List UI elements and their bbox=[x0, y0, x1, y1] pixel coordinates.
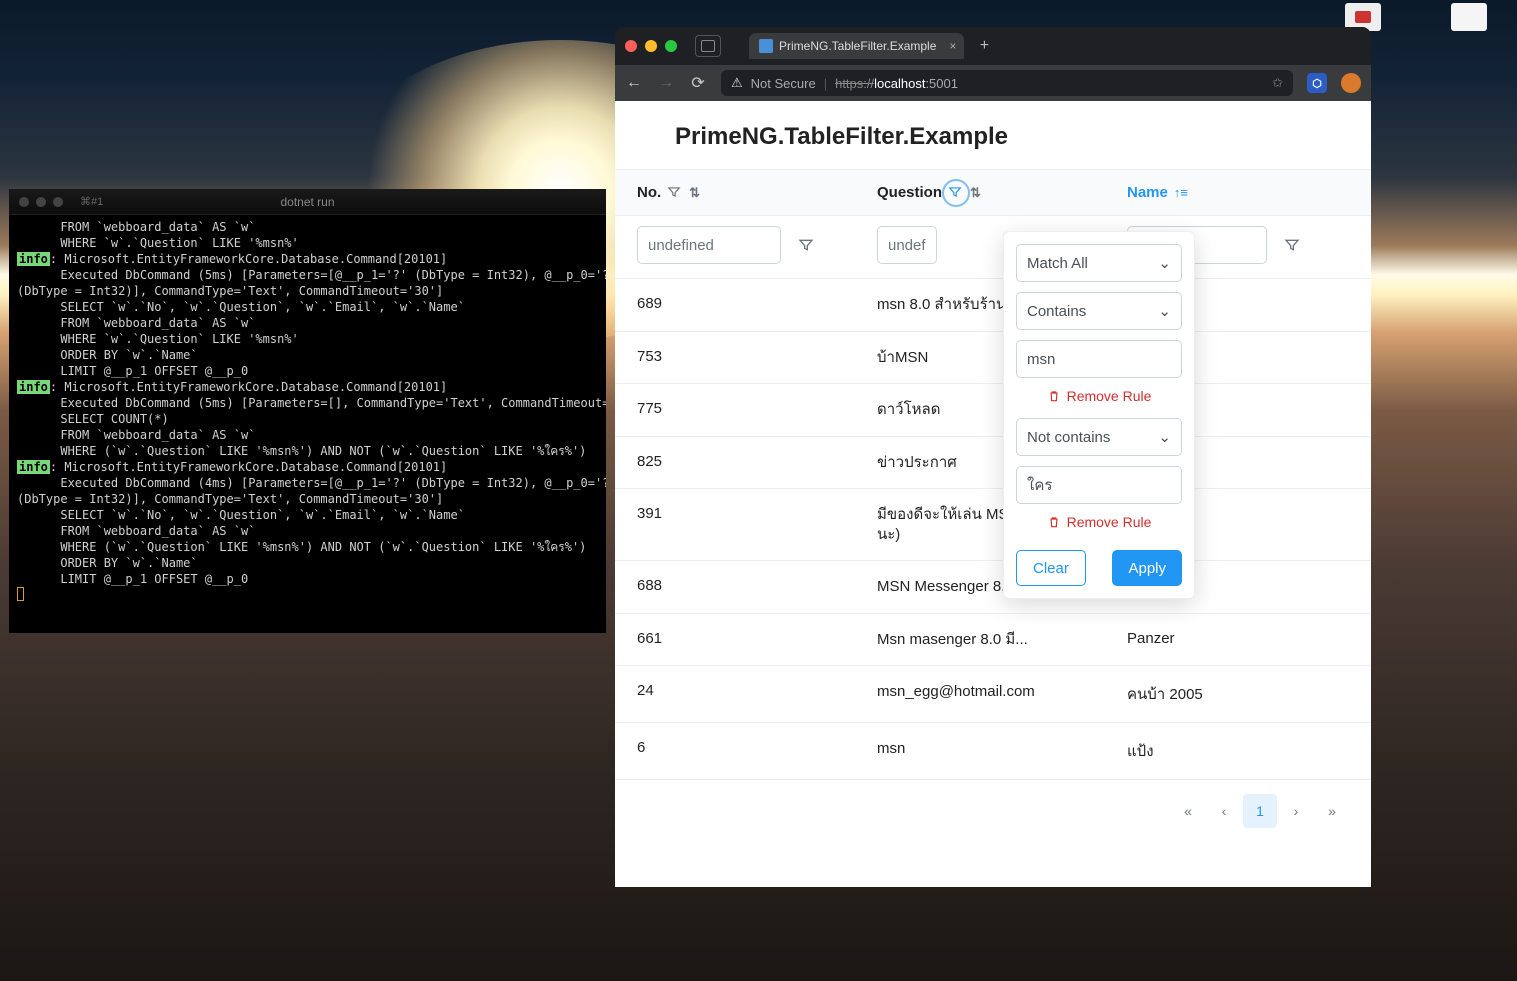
browser-tab[interactable]: PrimeNG.TableFilter.Example × bbox=[749, 33, 964, 59]
chevron-down-icon: ⌄ bbox=[1158, 254, 1171, 272]
minimize-icon[interactable] bbox=[645, 40, 657, 52]
col-question-label: Question bbox=[877, 184, 942, 201]
rule-value-input[interactable] bbox=[1016, 340, 1182, 378]
col-name-label[interactable]: Name bbox=[1127, 184, 1168, 201]
table-row[interactable]: 775ดาว์โหลดdemo727 bbox=[615, 384, 1371, 437]
not-secure-icon: ⚠ bbox=[731, 75, 743, 91]
filter-row bbox=[615, 216, 1371, 279]
sidebar-toggle-icon[interactable] bbox=[695, 35, 721, 57]
cell-question: msn_egg@hotmail.com bbox=[877, 682, 1127, 706]
filter-input-question[interactable] bbox=[877, 226, 937, 264]
browser-tabstrip: PrimeNG.TableFilter.Example × + bbox=[615, 27, 1371, 65]
cell-question: msn bbox=[877, 739, 1127, 763]
terminal-title: dotnet run bbox=[280, 195, 334, 209]
reload-button[interactable]: ⟳ bbox=[689, 73, 707, 93]
terminal-titlebar[interactable]: ⌘#1 dotnet run bbox=[9, 189, 606, 215]
table-row[interactable]: 753บ้าMSNdemo727 bbox=[615, 332, 1371, 385]
data-table: No. ⇅ Question ⇅ Name ↑≡ bbox=[615, 169, 1371, 842]
table-row[interactable]: 391มีของดีจะให้เล่น MSN (แบบใช้เน็ตนะ)ku… bbox=[615, 489, 1371, 561]
extension-icon[interactable] bbox=[1341, 73, 1361, 93]
tray-item-2[interactable] bbox=[1451, 3, 1487, 31]
favicon-icon bbox=[759, 39, 773, 53]
filter-menu-icon[interactable] bbox=[787, 226, 825, 264]
cell-question: Msn masenger 8.0 มี... bbox=[877, 630, 1127, 650]
rule-operator-select[interactable]: Not contains⌄ bbox=[1016, 418, 1182, 456]
cell-no: 6 bbox=[637, 739, 877, 763]
rule-value-input[interactable] bbox=[1016, 466, 1182, 504]
cell-no: 688 bbox=[637, 577, 877, 597]
filter-input-no[interactable] bbox=[637, 226, 781, 264]
paginator: « ‹ 1 › » bbox=[615, 780, 1371, 842]
cell-no: 661 bbox=[637, 630, 877, 650]
browser-window: PrimeNG.TableFilter.Example × + ← → ⟳ ⚠ … bbox=[615, 27, 1371, 887]
cell-name: แป้ง bbox=[1127, 739, 1349, 763]
page-prev-button[interactable]: ‹ bbox=[1207, 794, 1241, 828]
browser-toolbar: ← → ⟳ ⚠ Not Secure | https://localhost:5… bbox=[615, 65, 1371, 101]
table-row[interactable]: 689msn 8.0 สำหรับร้านdakt1 bbox=[615, 279, 1371, 332]
sort-asc-icon[interactable]: ↑≡ bbox=[1174, 185, 1188, 200]
cell-no: 24 bbox=[637, 682, 877, 706]
chevron-down-icon: ⌄ bbox=[1158, 302, 1171, 320]
filter-icon[interactable] bbox=[667, 185, 683, 201]
terminal-tab[interactable]: ⌘#1 bbox=[80, 195, 103, 208]
not-secure-label: Not Secure bbox=[751, 76, 816, 91]
forward-button: → bbox=[657, 74, 675, 92]
table-row[interactable]: 6msnแป้ง bbox=[615, 723, 1371, 780]
page-last-button[interactable]: » bbox=[1315, 794, 1349, 828]
sort-icon[interactable]: ⇅ bbox=[970, 185, 981, 201]
tab-title: PrimeNG.TableFilter.Example bbox=[779, 39, 936, 53]
filter-menu-icon[interactable] bbox=[1273, 226, 1311, 264]
table-row[interactable]: 661Msn masenger 8.0 มี...Panzer bbox=[615, 614, 1371, 667]
cell-name: คนบ้า 2005 bbox=[1127, 682, 1349, 706]
cell-name: Panzer bbox=[1127, 630, 1349, 650]
clear-button[interactable]: Clear bbox=[1016, 550, 1086, 586]
window-controls[interactable] bbox=[625, 40, 677, 52]
cell-no: 689 bbox=[637, 295, 877, 315]
rule-operator-select[interactable]: Contains⌄ bbox=[1016, 292, 1182, 330]
cell-no: 825 bbox=[637, 453, 877, 473]
cell-no: 753 bbox=[637, 348, 877, 368]
remove-rule-button[interactable]: Remove Rule bbox=[1016, 504, 1182, 544]
page-number-button[interactable]: 1 bbox=[1243, 794, 1277, 828]
sort-icon[interactable]: ⇅ bbox=[689, 185, 700, 201]
back-button[interactable]: ← bbox=[625, 74, 643, 92]
column-filter-overlay: Match All ⌄ Contains⌄Remove RuleNot cont… bbox=[1003, 231, 1195, 599]
close-tab-icon[interactable]: × bbox=[949, 39, 956, 53]
match-mode-select[interactable]: Match All ⌄ bbox=[1016, 244, 1182, 282]
url-host: localhost bbox=[874, 76, 925, 91]
url-port: :5001 bbox=[925, 76, 958, 91]
close-icon[interactable] bbox=[625, 40, 637, 52]
page-content: PrimeNG.TableFilter.Example No. ⇅ Questi… bbox=[615, 101, 1371, 887]
filter-icon-active[interactable] bbox=[948, 185, 964, 201]
maximize-icon[interactable] bbox=[665, 40, 677, 52]
page-first-button[interactable]: « bbox=[1171, 794, 1205, 828]
table-row[interactable]: 825ข่าวประกาศdemo727 bbox=[615, 437, 1371, 490]
translate-icon[interactable]: ✩ bbox=[1272, 75, 1283, 91]
page-next-button[interactable]: › bbox=[1279, 794, 1313, 828]
terminal-output[interactable]: FROM `webboard_data` AS `w` WHERE `w`.`Q… bbox=[9, 215, 606, 609]
col-no-label: No. bbox=[637, 184, 661, 201]
table-body: 689msn 8.0 สำหรับร้านdakt1753บ้าMSNdemo7… bbox=[615, 279, 1371, 780]
bitwarden-icon[interactable]: ⬡ bbox=[1307, 73, 1327, 93]
url-scheme: https:// bbox=[835, 76, 874, 91]
table-row[interactable]: 24msn_egg@hotmail.comคนบ้า 2005 bbox=[615, 666, 1371, 723]
remove-rule-button[interactable]: Remove Rule bbox=[1016, 378, 1182, 418]
table-row[interactable]: 688MSN Messenger 8.0 Fullkusumoto bbox=[615, 561, 1371, 614]
menubar-tray bbox=[1345, 3, 1487, 31]
chevron-down-icon: ⌄ bbox=[1158, 428, 1171, 446]
apply-button[interactable]: Apply bbox=[1112, 550, 1182, 586]
page-title: PrimeNG.TableFilter.Example bbox=[615, 101, 1371, 169]
new-tab-button[interactable]: + bbox=[972, 34, 996, 58]
cell-no: 391 bbox=[637, 505, 877, 544]
terminal-window: ⌘#1 dotnet run FROM `webboard_data` AS `… bbox=[9, 189, 606, 633]
address-bar[interactable]: ⚠ Not Secure | https://localhost:5001 ✩ bbox=[721, 70, 1293, 96]
table-header: No. ⇅ Question ⇅ Name ↑≡ bbox=[615, 170, 1371, 216]
cell-no: 775 bbox=[637, 400, 877, 420]
